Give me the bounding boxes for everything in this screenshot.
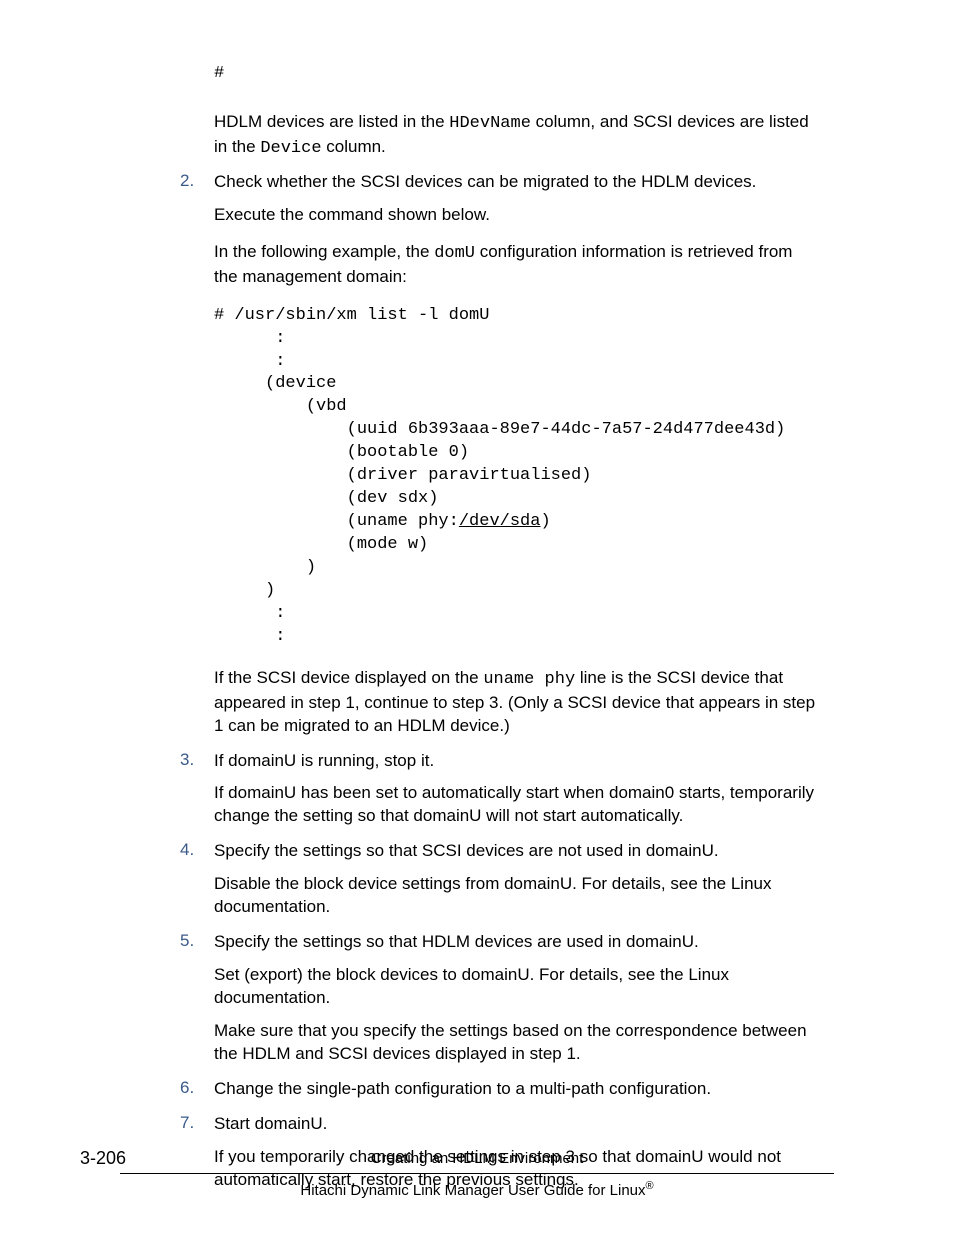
- text: HDLM devices are listed in the: [214, 112, 449, 131]
- footer-section-title: Creating an HDLM Environment: [0, 1150, 954, 1171]
- text: column.: [322, 137, 386, 156]
- step-list: 2 Check whether the SCSI devices can be …: [180, 171, 820, 1192]
- step-2-p4: If the SCSI device displayed on the unam…: [214, 667, 820, 738]
- step-3: 3 If domainU is running, stop it. If dom…: [180, 750, 820, 829]
- para-hdlm-devices: HDLM devices are listed in the HDevName …: [214, 111, 820, 161]
- step-2-p2: Execute the command shown below.: [214, 204, 820, 227]
- footer-rule: [120, 1173, 834, 1174]
- step-number: 4: [180, 840, 194, 860]
- code-hash: #: [214, 64, 820, 83]
- step-number: 6: [180, 1078, 194, 1098]
- step-5-p3: Make sure that you specify the settings …: [214, 1020, 820, 1066]
- code-domu: domU: [434, 244, 475, 263]
- text: In the following example, the: [214, 242, 434, 261]
- footer-guide-title: Hitachi Dynamic Link Manager User Guide …: [0, 1180, 954, 1199]
- step-5: 5 Specify the settings so that HDLM devi…: [180, 931, 820, 1066]
- step-7-p1: Start domainU.: [214, 1113, 820, 1136]
- step-2-p1: Check whether the SCSI devices can be mi…: [214, 171, 820, 194]
- step-number: 7: [180, 1113, 194, 1133]
- step-4-p1: Specify the settings so that SCSI device…: [214, 840, 820, 863]
- step-6-p1: Change the single-path configuration to …: [214, 1078, 820, 1101]
- step-5-p2: Set (export) the block devices to domain…: [214, 964, 820, 1010]
- step-number: 2: [180, 171, 194, 191]
- step-4-p2: Disable the block device settings from d…: [214, 873, 820, 919]
- code-block-xm-list: # /usr/sbin/xm list -l domU : : (device …: [214, 305, 820, 649]
- code-device: Device: [260, 139, 321, 158]
- registered-mark: ®: [646, 1180, 654, 1192]
- page-container: # HDLM devices are listed in the HDevNam…: [0, 0, 954, 1235]
- step-number: 3: [180, 750, 194, 770]
- text: Hitachi Dynamic Link Manager User Guide …: [300, 1182, 645, 1199]
- step-4: 4 Specify the settings so that SCSI devi…: [180, 840, 820, 919]
- code-uname-phy: uname phy: [483, 670, 575, 689]
- step-6: 6 Change the single-path configuration t…: [180, 1078, 820, 1101]
- step-3-p2: If domainU has been set to automatically…: [214, 782, 820, 828]
- step-3-p1: If domainU is running, stop it.: [214, 750, 820, 773]
- page-footer: Creating an HDLM Environment Hitachi Dyn…: [0, 1150, 954, 1199]
- code-hdevname: HDevName: [449, 114, 531, 133]
- step-number: 5: [180, 931, 194, 951]
- step-5-p1: Specify the settings so that HDLM device…: [214, 931, 820, 954]
- step-2-p3: In the following example, the domU confi…: [214, 241, 820, 289]
- text: If the SCSI device displayed on the: [214, 668, 483, 687]
- step-2: 2 Check whether the SCSI devices can be …: [180, 171, 820, 738]
- code-dev-sda: /dev/sda: [459, 512, 541, 531]
